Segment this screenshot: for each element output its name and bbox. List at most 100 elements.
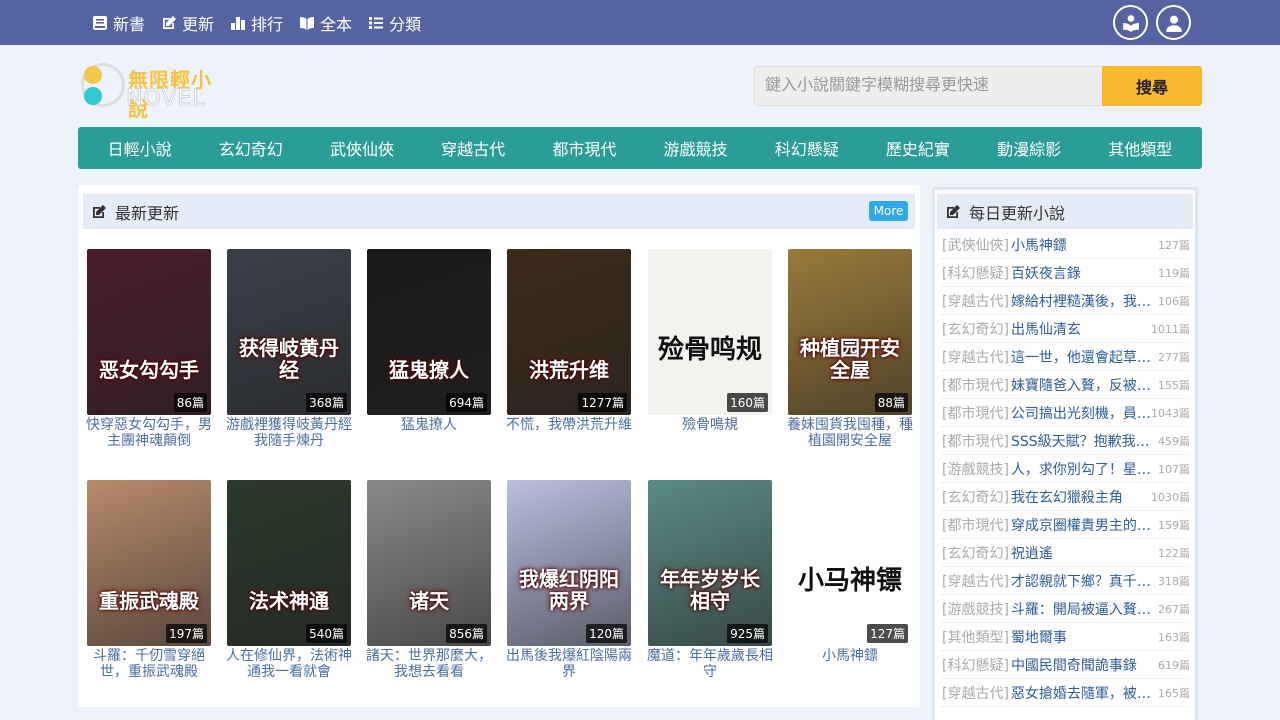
- cover-title: 重振武魂殿: [99, 589, 199, 613]
- book-title-link[interactable]: 猛鬼撩人: [363, 417, 495, 433]
- novel-title-link[interactable]: 惡女搶婚去隨軍，被…: [1011, 683, 1153, 703]
- list-item[interactable]: [玄幻奇幻] 我在玄幻獵殺主角 1030篇: [942, 483, 1190, 511]
- book-cover[interactable]: 种植园开安全屋 88篇: [788, 249, 912, 415]
- list-item[interactable]: [其他類型] 蜀地爾事 163篇: [942, 623, 1190, 651]
- category-item[interactable]: 穿越古代: [441, 136, 505, 160]
- site-logo[interactable]: 無限輕小說 NOVEL: [80, 62, 228, 121]
- novel-title-link[interactable]: 百妖夜言錄: [1011, 263, 1153, 283]
- topnav-updates[interactable]: 更新: [161, 11, 214, 35]
- book-cover[interactable]: 殓骨鸣规 160篇: [648, 249, 772, 415]
- list-item[interactable]: [都市現代] SSS級天賦？抱歉我… 459篇: [942, 427, 1190, 455]
- list-item[interactable]: [玄幻奇幻] 出馬仙清玄 1011篇: [942, 315, 1190, 343]
- category-item[interactable]: 都市現代: [552, 136, 616, 160]
- category-tag: [玄幻奇幻]: [942, 321, 1009, 338]
- topnav-label: 更新: [182, 14, 215, 34]
- novel-title-link[interactable]: 祝逍遙: [1011, 543, 1153, 563]
- topnav-label: 分類: [389, 14, 422, 34]
- list-item[interactable]: [穿越古代] 惡女搶婚去隨軍，被… 165篇: [942, 679, 1190, 707]
- novel-title-link[interactable]: 小馬神鏢: [1011, 235, 1153, 255]
- cover-title: 获得岐黄丹经: [239, 336, 339, 382]
- novel-title-link[interactable]: 嫁給村裡糙漢後，我…: [1011, 291, 1153, 311]
- chapter-count: 1030篇: [1151, 490, 1190, 504]
- book-title-link[interactable]: 出馬後我爆紅陰陽兩界: [503, 648, 635, 680]
- category-item[interactable]: 歷史紀實: [886, 136, 950, 160]
- cover-title: 种植园开安全屋: [800, 336, 900, 382]
- book-cover[interactable]: 猛鬼撩人 694篇: [367, 249, 491, 415]
- list-item[interactable]: [都市現代] 妹寶隨爸入贅，反被… 155篇: [942, 371, 1190, 399]
- user-button[interactable]: [1156, 5, 1191, 40]
- chapter-count: 163篇: [1158, 630, 1190, 644]
- book-cover[interactable]: 我爆红阴阳两界 120篇: [507, 480, 631, 646]
- daily-updates-header: 每日更新小說: [937, 194, 1193, 229]
- cover-title: 诸天: [409, 589, 449, 613]
- novel-title-link[interactable]: 妹寶隨爸入贅，反被…: [1011, 375, 1153, 395]
- list-item[interactable]: [穿越古代] 這一世，他還會起草… 277篇: [942, 343, 1190, 371]
- list-item[interactable]: [穿越古代] 嫁給村裡糙漢後，我… 106篇: [942, 287, 1190, 315]
- book-cover[interactable]: 诸天 856篇: [367, 480, 491, 646]
- book-title-link[interactable]: 養妹囤貨我囤種，種植園開安全屋: [784, 417, 916, 449]
- book-cover[interactable]: 小马神镖 127篇: [788, 480, 912, 646]
- novel-title-link[interactable]: 我在玄幻獵殺主角: [1011, 487, 1151, 507]
- reader-icon: [1122, 14, 1139, 32]
- book-title-link[interactable]: 游戲裡獲得岐黃丹經我隨手煉丹: [223, 417, 355, 449]
- novel-title-link[interactable]: 穿成京圈權貴男主的…: [1011, 515, 1153, 535]
- search-input[interactable]: [754, 66, 1102, 106]
- category-item[interactable]: 科幻懸疑: [775, 136, 839, 160]
- search-button[interactable]: 搜尋: [1102, 66, 1202, 106]
- book-title-link[interactable]: 斗羅：千仞雪穿絕世，重振武魂殿: [83, 648, 215, 680]
- book-cover[interactable]: 获得岐黄丹经 368篇: [227, 249, 351, 415]
- novel-title-link[interactable]: 斗羅：開局被逼入贅…: [1011, 599, 1153, 619]
- book-cover[interactable]: 恶女勾勾手 86篇: [87, 249, 211, 415]
- category-item[interactable]: 動漫綜影: [997, 136, 1061, 160]
- edit-icon: [163, 15, 177, 29]
- list-item[interactable]: [科幻懸疑] 百妖夜言錄 119篇: [942, 259, 1190, 287]
- novel-title-link[interactable]: 人，求你別勾了！星…: [1011, 459, 1153, 479]
- topnav-categories[interactable]: 分類: [368, 11, 421, 35]
- cover-title: 洪荒升维: [529, 358, 609, 382]
- list-item[interactable]: [都市現代] 穿成京圈權貴男主的… 159篇: [942, 511, 1190, 539]
- book-title-link[interactable]: 人在修仙界，法術神通我一看就會: [223, 648, 355, 680]
- topnav-new-books[interactable]: 新書: [92, 11, 145, 35]
- list-icon: [369, 16, 384, 29]
- book-title-link[interactable]: 小馬神鏢: [784, 648, 916, 664]
- category-tag: [都市現代]: [942, 377, 1009, 394]
- novel-title-link[interactable]: 公司搞出光刻機，員…: [1011, 403, 1151, 423]
- list-item[interactable]: [游戲競技] 斗羅：開局被逼入贅… 267篇: [942, 595, 1190, 623]
- category-item[interactable]: 玄幻奇幻: [219, 136, 283, 160]
- category-tag: [游戲競技]: [942, 461, 1009, 478]
- topnav-completed[interactable]: 全本: [299, 11, 352, 35]
- novel-title-link[interactable]: 才認親就下鄉？真千…: [1011, 571, 1153, 591]
- novel-title-link[interactable]: 蜀地爾事: [1011, 627, 1153, 647]
- novel-title-link[interactable]: 出馬仙清玄: [1011, 319, 1151, 339]
- category-item[interactable]: 日輕小說: [108, 136, 172, 160]
- more-button[interactable]: More: [869, 201, 908, 221]
- book-cover[interactable]: 法术神通 540篇: [227, 480, 351, 646]
- book-cover[interactable]: 重振武魂殿 197篇: [87, 480, 211, 646]
- category-item[interactable]: 游戲競技: [664, 136, 728, 160]
- book-title-link[interactable]: 諸天：世界那麼大，我想去看看: [363, 648, 495, 680]
- list-item[interactable]: [玄幻奇幻] 祝逍遙 122篇: [942, 539, 1190, 567]
- chapter-count-badge: 86篇: [173, 393, 207, 412]
- topnav-ranking[interactable]: 排行: [230, 11, 283, 35]
- category-item[interactable]: 武俠仙俠: [330, 136, 394, 160]
- novel-title-link[interactable]: SSS級天賦？抱歉我…: [1011, 431, 1153, 451]
- bookshelf-button[interactable]: [1113, 5, 1148, 40]
- category-item[interactable]: 其他類型: [1108, 136, 1172, 160]
- list-item[interactable]: [穿越古代] 才認親就下鄉？真千… 318篇: [942, 567, 1190, 595]
- cover-title: 恶女勾勾手: [99, 358, 199, 382]
- book-cover[interactable]: 年年岁岁长相守 925篇: [648, 480, 772, 646]
- book-cover[interactable]: 洪荒升维 1277篇: [507, 249, 631, 415]
- cover-title: 小马神镖: [797, 566, 902, 597]
- list-item[interactable]: [科幻懸疑] 中國民間奇聞詭事錄 619篇: [942, 651, 1190, 679]
- chapter-count-badge: 197篇: [166, 624, 207, 643]
- list-item[interactable]: [武俠仙俠] 小馬神鏢 127篇: [942, 231, 1190, 259]
- list-item[interactable]: [游戲競技] 人，求你別勾了！星… 107篇: [942, 455, 1190, 483]
- book-title-link[interactable]: 不慌，我帶洪荒升維: [503, 417, 635, 433]
- novel-title-link[interactable]: 這一世，他還會起草…: [1011, 347, 1153, 367]
- cover-title: 法术神通: [249, 589, 329, 613]
- novel-title-link[interactable]: 中國民間奇聞詭事錄: [1011, 655, 1153, 675]
- book-title-link[interactable]: 魔道：年年歲歲長相守: [644, 648, 776, 680]
- list-item[interactable]: [都市現代] 公司搞出光刻機，員… 1043篇: [942, 399, 1190, 427]
- book-title-link[interactable]: 殮骨鳴規: [644, 417, 776, 433]
- book-title-link[interactable]: 快穿惡女勾勾手，男主團神魂顛倒: [83, 417, 215, 449]
